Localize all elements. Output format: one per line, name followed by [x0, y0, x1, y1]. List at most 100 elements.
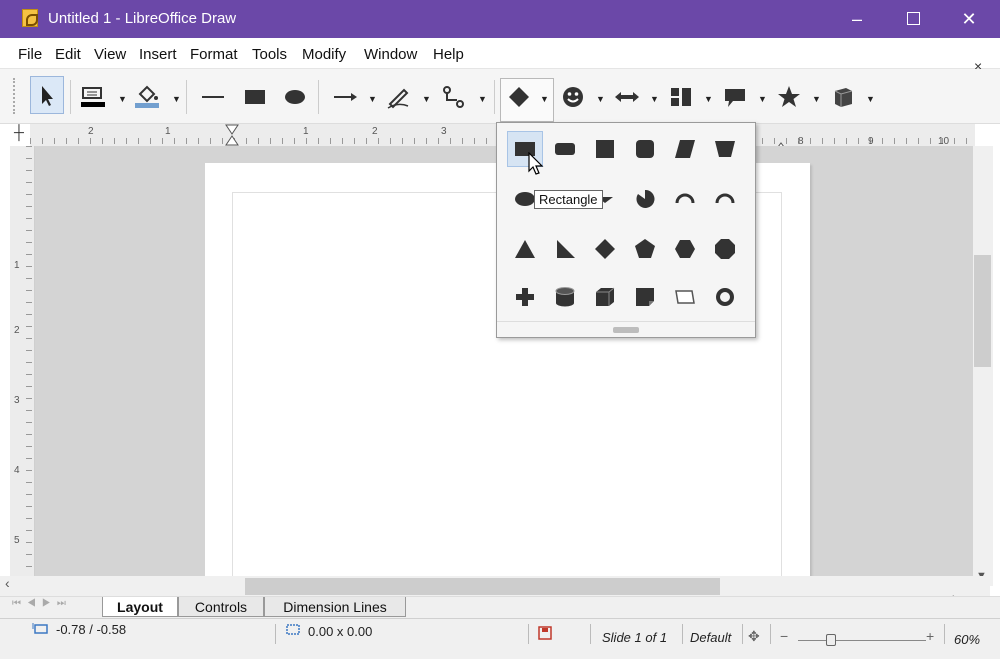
shape-folded-corner[interactable] [627, 279, 663, 315]
toolbar-grip[interactable] [13, 78, 19, 114]
basic-shapes-dropdown[interactable]: ▼ [540, 94, 549, 104]
size-icon [283, 622, 301, 639]
status-separator [944, 624, 945, 644]
rounded-rectangle-icon [555, 143, 575, 155]
zoom-level[interactable]: 60% [954, 632, 980, 647]
connectors-dropdown[interactable]: ▼ [478, 94, 487, 104]
shape-octagon[interactable] [707, 231, 743, 267]
line-color-icon [81, 87, 105, 107]
status-separator [275, 624, 276, 644]
shape-arc-right[interactable] [707, 181, 743, 217]
stars-button[interactable] [774, 82, 804, 112]
shape-cross[interactable] [507, 279, 543, 315]
fill-color-button[interactable] [132, 82, 162, 112]
zoom-in-button[interactable]: + [926, 628, 934, 644]
block-arrows-button[interactable] [612, 82, 642, 112]
minimize-button[interactable]: – [834, 0, 880, 38]
connectors-button[interactable] [438, 82, 468, 112]
menu-insert[interactable]: Insert [139, 46, 177, 63]
3d-objects-button[interactable] [828, 82, 858, 112]
tab-layout[interactable]: Layout [102, 597, 178, 617]
shape-cube[interactable] [587, 279, 623, 315]
triangle-icon [515, 240, 535, 258]
trapezoid-icon [715, 141, 735, 157]
menu-tools[interactable]: Tools [252, 46, 287, 63]
tab-controls[interactable]: Controls [178, 597, 264, 617]
fill-color-dropdown[interactable]: ▼ [172, 94, 181, 104]
vertical-scroll-thumb[interactable] [974, 255, 991, 367]
diamond-icon [509, 87, 529, 107]
shape-trapezoid[interactable] [707, 131, 743, 167]
scroll-left-arrow-icon[interactable]: ‹ [5, 575, 10, 591]
fit-slide-icon[interactable]: ✥ [748, 628, 760, 645]
position-icon [32, 621, 48, 638]
callouts-button[interactable] [720, 82, 750, 112]
ruler-number: 1 [303, 126, 309, 137]
master-slide-name[interactable]: Default [690, 630, 731, 645]
tab-stop-icon[interactable]: ┼ [14, 124, 28, 144]
stars-dropdown[interactable]: ▼ [812, 94, 821, 104]
shape-diamond[interactable] [587, 231, 623, 267]
shape-parallelogram[interactable] [667, 131, 703, 167]
menu-modify[interactable]: Modify [302, 46, 346, 63]
zoom-slider-thumb[interactable] [826, 634, 836, 646]
menu-help[interactable]: Help [433, 46, 464, 63]
shape-square-rounded[interactable] [627, 131, 663, 167]
cursor-position: -0.78 / -0.58 [56, 622, 127, 637]
maximize-button[interactable] [890, 0, 936, 38]
shape-circle-pie[interactable] [627, 181, 663, 217]
shape-square[interactable] [587, 131, 623, 167]
status-separator [528, 624, 529, 644]
3d-objects-dropdown[interactable]: ▼ [866, 94, 875, 104]
callouts-dropdown[interactable]: ▼ [758, 94, 767, 104]
document-modified-icon[interactable] [538, 626, 552, 643]
ruler-number: 4 [14, 465, 20, 476]
libreoffice-draw-app-icon[interactable] [22, 9, 38, 27]
zoom-out-button[interactable]: − [780, 628, 788, 644]
shape-arc[interactable] [667, 181, 703, 217]
ellipse-button[interactable] [280, 82, 310, 112]
window-title: Untitled 1 - LibreOffice Draw [48, 10, 237, 27]
shape-hexagon[interactable] [667, 231, 703, 267]
basic-shapes-diamond[interactable] [504, 82, 534, 112]
symbol-shapes-button[interactable] [558, 82, 588, 112]
curves-dropdown[interactable]: ▼ [422, 94, 431, 104]
frame-icon [675, 290, 695, 304]
tab-dimension-lines[interactable]: Dimension Lines [264, 597, 406, 617]
shape-cylinder[interactable] [547, 279, 583, 315]
flowchart-dropdown[interactable]: ▼ [704, 94, 713, 104]
menu-edit[interactable]: Edit [55, 46, 81, 63]
menu-file[interactable]: File [18, 46, 42, 63]
menu-view[interactable]: View [94, 46, 126, 63]
line-button[interactable] [198, 82, 228, 112]
flowchart-button[interactable] [666, 82, 696, 112]
symbol-shapes-dropdown[interactable]: ▼ [596, 94, 605, 104]
line-color-button[interactable] [78, 82, 108, 112]
lines-arrows-button[interactable] [330, 82, 360, 112]
line-color-dropdown[interactable]: ▼ [118, 94, 127, 104]
curves-button[interactable] [384, 82, 414, 112]
popup-resize-grip[interactable] [613, 327, 639, 333]
close-window-button[interactable]: ✕ [946, 0, 992, 38]
rectangle-button[interactable] [240, 82, 270, 112]
shape-frame[interactable] [667, 279, 703, 315]
connector-icon [443, 86, 464, 108]
zoom-slider-track[interactable] [798, 640, 926, 641]
shape-right-triangle[interactable] [547, 231, 583, 267]
toolbar-separator [70, 80, 71, 114]
status-bar [0, 618, 1000, 659]
line-icon [202, 96, 224, 98]
shape-isosceles-triangle[interactable] [507, 231, 543, 267]
tab-navigation-arrows[interactable]: ⏮◀▶⏭ [12, 598, 72, 609]
shape-rectangle-rounded[interactable] [547, 131, 583, 167]
cross-icon [516, 288, 534, 306]
shape-ring[interactable] [707, 279, 743, 315]
menu-window[interactable]: Window [364, 46, 417, 63]
lines-arrows-dropdown[interactable]: ▼ [368, 94, 377, 104]
shape-pentagon[interactable] [627, 231, 663, 267]
horizontal-scroll-thumb[interactable] [245, 578, 720, 595]
block-arrows-dropdown[interactable]: ▼ [650, 94, 659, 104]
menu-format[interactable]: Format [190, 46, 238, 63]
pointer-arrow-icon [528, 151, 544, 175]
select-button[interactable] [30, 76, 64, 114]
